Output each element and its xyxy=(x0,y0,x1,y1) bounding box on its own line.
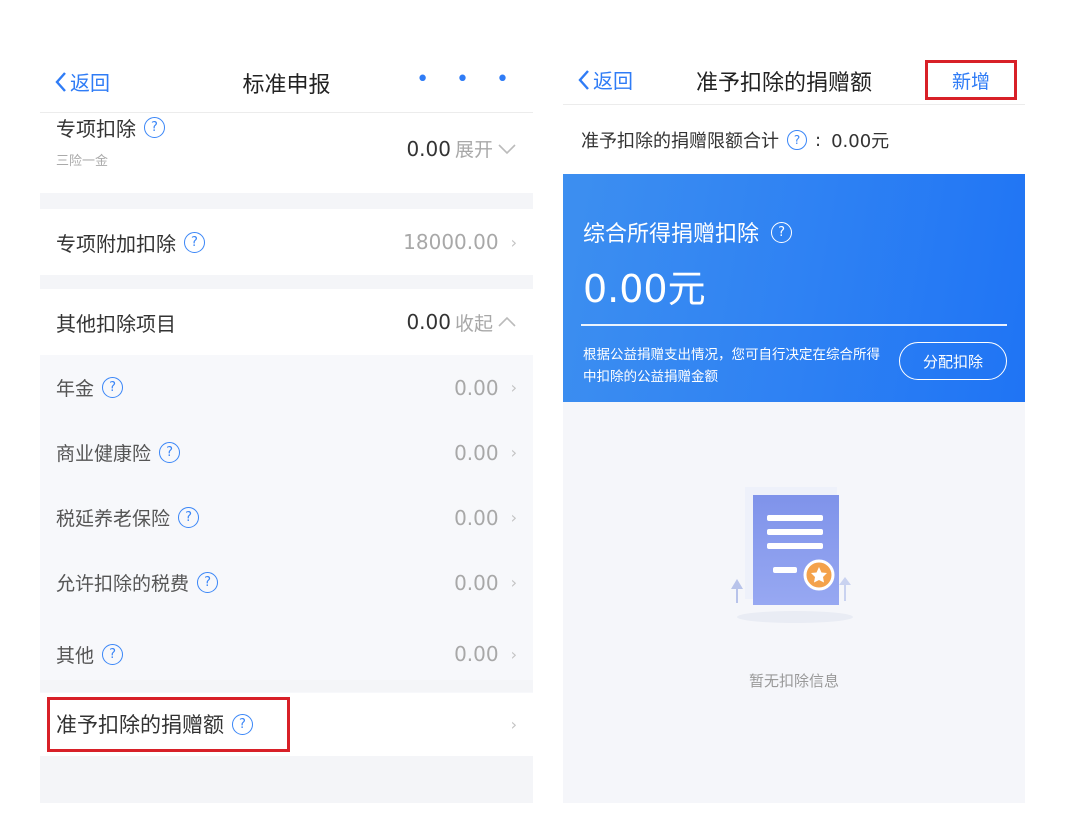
sub-item-annuity[interactable]: 年金 ? 0.00 › xyxy=(40,355,533,420)
help-icon[interactable]: ? xyxy=(159,442,181,463)
sub-item-label: 年金 xyxy=(56,378,95,400)
more-menu-button[interactable]: • • • xyxy=(416,67,519,92)
special-additional-label: 专项附加扣除 xyxy=(56,231,176,256)
donation-limit-row: 准予扣除的捐赠限额合计 ? : 0.00元 xyxy=(581,127,889,153)
chevron-right-icon: › xyxy=(510,714,517,734)
sub-item-value: 0.00 xyxy=(454,642,499,666)
allocate-deduction-button[interactable]: 分配扣除 xyxy=(899,342,1007,380)
donation-limit-colon: : xyxy=(815,129,822,151)
chevron-right-icon: › xyxy=(510,573,517,592)
sub-item-label: 其他 xyxy=(56,644,95,667)
special-deduction-sublabel: 三险一金 xyxy=(56,154,109,169)
donation-limit-label: 准予扣除的捐赠限额合计 xyxy=(581,131,779,152)
help-icon[interactable]: ? xyxy=(771,221,793,243)
sub-item-label: 允许扣除的税费 xyxy=(56,573,190,595)
other-items-row[interactable]: 其他扣除项目 0.00 收起 xyxy=(40,289,533,355)
sub-item-value: 0.00 xyxy=(454,505,499,530)
other-items-label: 其他扣除项目 xyxy=(56,311,176,336)
card-title: 综合所得捐赠扣除 xyxy=(583,222,760,247)
donation-summary-card: 综合所得捐赠扣除 ? 0.00元 根据公益捐赠支出情况，您可自行决定在综合所得中… xyxy=(563,174,1025,402)
chevron-right-icon: › xyxy=(510,378,517,397)
card-note: 根据公益捐赠支出情况，您可自行决定在综合所得中扣除的公益捐赠金额 xyxy=(583,347,880,385)
sub-item-value: 0.00 xyxy=(454,375,499,400)
help-icon[interactable]: ? xyxy=(197,572,219,593)
chevron-down-icon xyxy=(498,143,516,154)
left-nav-bar: 返回 标准申报 • • • xyxy=(40,55,533,113)
sub-item-label: 商业健康险 xyxy=(56,443,152,465)
chevron-right-icon: › xyxy=(510,443,517,462)
special-deduction-row[interactable]: 专项扣除 ? 三险一金 0.00 展开 xyxy=(40,113,533,193)
highlight-box xyxy=(47,697,290,752)
donation-limit-value: 0.00元 xyxy=(831,131,890,152)
help-icon[interactable]: ? xyxy=(102,377,124,398)
sub-item-value: 0.00 xyxy=(454,570,499,595)
sub-item-label: 税延养老保险 xyxy=(56,508,171,530)
sub-item-pension-insurance[interactable]: 税延养老保险 ? 0.00 › xyxy=(40,485,533,550)
sub-item-value: 0.00 xyxy=(454,440,499,465)
divider xyxy=(40,193,533,209)
sub-item-taxes[interactable]: 允许扣除的税费 ? 0.00 › xyxy=(40,550,533,615)
card-divider xyxy=(581,324,1007,326)
card-amount: 0.00元 xyxy=(583,267,706,311)
special-additional-row[interactable]: 专项附加扣除 ? 18000.00 › xyxy=(40,209,533,275)
chevron-right-icon: › xyxy=(510,508,517,527)
help-icon[interactable]: ? xyxy=(178,507,200,528)
right-nav-bar: 返回 准予扣除的捐赠额 新增 xyxy=(563,55,1025,105)
collapse-toggle[interactable]: 收起 xyxy=(455,309,493,336)
empty-state-text: 暂无扣除信息 xyxy=(748,672,839,690)
divider xyxy=(40,275,533,289)
help-icon[interactable]: ? xyxy=(102,643,124,665)
help-icon[interactable]: ? xyxy=(144,117,165,138)
chevron-right-icon: › xyxy=(510,232,517,252)
add-new-button[interactable]: 新增 xyxy=(925,60,1017,100)
empty-document-icon xyxy=(731,487,853,623)
sub-item-health-insurance[interactable]: 商业健康险 ? 0.00 › xyxy=(40,420,533,485)
standard-declaration-screen: 返回 标准申报 • • • 专项扣除 ? 三险一金 0.00 展开 专项附加扣除… xyxy=(40,55,533,803)
help-icon[interactable]: ? xyxy=(787,130,807,150)
chevron-right-icon: › xyxy=(510,644,517,664)
bottom-spacer xyxy=(40,756,533,803)
donation-deduction-screen: 返回 准予扣除的捐赠额 新增 准予扣除的捐赠限额合计 ? : 0.00元 综合所… xyxy=(563,55,1025,803)
special-deduction-label: 专项扣除 xyxy=(56,117,136,141)
divider xyxy=(40,680,533,692)
special-additional-value: 18000.00 xyxy=(403,230,499,254)
special-deduction-value: 0.00 xyxy=(406,136,451,161)
help-icon[interactable]: ? xyxy=(184,231,205,253)
expand-toggle[interactable]: 展开 xyxy=(455,135,493,162)
other-items-value: 0.00 xyxy=(406,310,451,334)
chevron-up-icon xyxy=(498,316,516,327)
